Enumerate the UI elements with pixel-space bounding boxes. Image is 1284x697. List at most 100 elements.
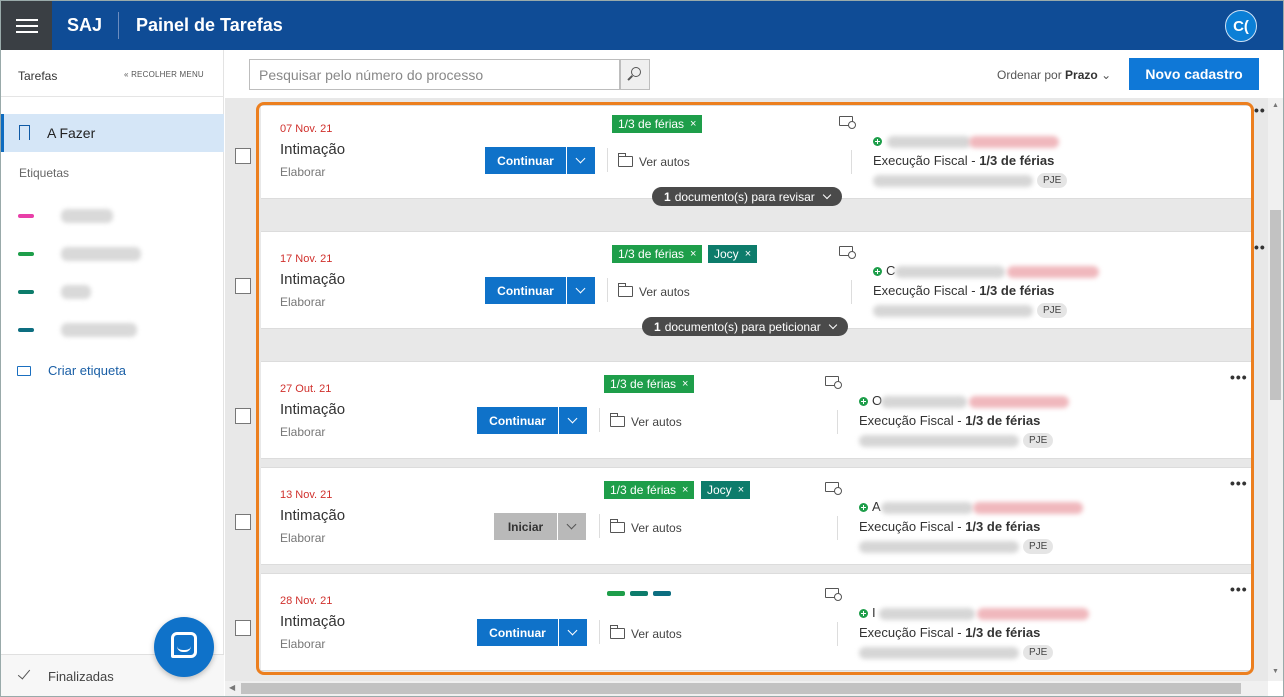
search-button[interactable] [620,59,650,90]
more-options-icon[interactable]: ••• [1230,475,1248,491]
plus-icon [859,503,868,512]
tag-chip[interactable]: 1/3 de férias × [612,115,703,133]
continue-button[interactable]: Continuar [477,407,587,434]
tag-color-swatch [630,591,648,596]
sidebar-title: Tarefas [18,69,58,83]
collapsed-tags[interactable] [607,591,671,596]
add-tag-icon[interactable] [839,246,856,259]
bookmark-icon [19,125,30,141]
close-icon[interactable]: × [690,248,696,260]
task-type: Intimação [280,507,346,524]
sidebar-item-a-fazer[interactable]: A Fazer [1,114,224,152]
system-badge: PJE [1037,303,1068,318]
task-type: Intimação [280,271,346,288]
redacted-tag-name [61,209,113,223]
row-checkbox[interactable] [235,148,251,164]
task-card: 17 Nov. 21 Intimação Elaborar Continuar … [261,231,1251,329]
more-options-icon[interactable]: •• [1254,239,1266,255]
sidebar-tag-4[interactable] [1,317,224,343]
tag-chip[interactable]: Jocy × [708,245,758,263]
more-options-icon[interactable]: ••• [1230,369,1248,385]
search-input[interactable] [249,59,620,90]
redacted-tag-name [61,247,141,261]
vertical-scrollbar[interactable]: ▲ ▼ [1268,98,1283,681]
scroll-left-icon[interactable]: ◀ [229,683,235,692]
more-options-icon[interactable]: •• [1254,102,1266,118]
new-registration-button[interactable]: Novo cadastro [1129,58,1259,90]
avatar[interactable]: C( [1225,10,1257,42]
folder-icon [618,283,633,297]
task-list: 07 Nov. 21 Intimação Elaborar Continuar … [225,98,1268,681]
tag-chip-label: 1/3 de férias [610,377,677,391]
scroll-down-icon[interactable]: ▼ [1272,668,1279,675]
divider [599,408,600,432]
row-checkbox[interactable] [235,620,251,636]
start-button[interactable]: Iniciar [494,513,586,540]
task-date: 17 Nov. 21 [280,253,333,265]
tags-section-label: Etiquetas [19,166,70,180]
divider [837,622,838,646]
task-type: Intimação [280,141,346,158]
view-records-link[interactable]: Ver autos [610,413,682,429]
row-checkbox[interactable] [235,514,251,530]
chevron-down-icon[interactable] [559,619,587,646]
more-options-icon[interactable]: ••• [1230,581,1248,597]
action-label: Iniciar [494,513,557,540]
redacted-party [969,136,1059,148]
collapse-menu-button[interactable]: « RECOLHER MENU [124,70,204,79]
order-by-dropdown[interactable]: Ordenar por Prazo ⌄ [997,68,1111,82]
add-tag-icon[interactable] [839,116,856,129]
chevron-down-icon[interactable] [567,147,595,174]
row-checkbox[interactable] [235,278,251,294]
scrollbar-thumb[interactable] [1270,210,1281,400]
sidebar-tag-1[interactable] [1,203,224,229]
continue-button[interactable]: Continuar [485,277,595,304]
add-tag-icon[interactable] [825,376,842,389]
redacted-party [881,396,967,408]
sidebar-tag-3[interactable] [1,279,224,305]
view-records-link[interactable]: Ver autos [610,625,682,641]
tag-chip[interactable]: 1/3 de férias × [612,245,703,263]
view-records-link[interactable]: Ver autos [618,283,690,299]
create-tag-label: Criar etiqueta [48,363,127,378]
close-icon[interactable]: × [690,118,696,130]
tag-chip[interactable]: 1/3 de férias × [604,481,695,499]
hamburger-icon[interactable] [1,1,52,50]
tag-chip[interactable]: 1/3 de férias × [604,375,695,393]
chevron-down-icon[interactable] [567,277,595,304]
tag-chip[interactable]: Jocy × [701,481,751,499]
view-records-link[interactable]: Ver autos [610,519,682,535]
add-tag-icon[interactable] [825,588,842,601]
chevron-down-icon[interactable] [559,407,587,434]
documents-pill[interactable]: 1 documento(s) para peticionar [642,317,848,336]
task-type: Intimação [280,401,346,418]
chevron-down-icon: ⌄ [1101,68,1112,82]
collapse-menu-label: RECOLHER MENU [131,70,204,79]
continue-button[interactable]: Continuar [477,619,587,646]
documents-count: 1 [664,189,671,204]
chevron-down-icon[interactable] [558,513,586,540]
sidebar-tag-2[interactable] [1,241,224,267]
task-card: 27 Out. 21 Intimação Elaborar Continuar … [261,361,1251,459]
scrollbar-thumb[interactable] [241,683,1241,694]
close-icon[interactable]: × [745,248,751,260]
page-title: Painel de Tarefas [136,15,283,35]
redacted-process-number [859,647,1019,659]
redacted-process-number [873,305,1033,317]
chat-button[interactable] [154,617,214,677]
documents-pill[interactable]: 1 documento(s) para revisar [652,187,842,206]
close-icon[interactable]: × [738,484,744,496]
folder-icon [610,625,625,639]
create-tag-button[interactable]: Criar etiqueta [17,362,217,384]
continue-button[interactable]: Continuar [485,147,595,174]
party-initial: I [872,605,876,620]
close-icon[interactable]: × [682,484,688,496]
chevron-down-icon [822,190,831,199]
close-icon[interactable]: × [682,378,688,390]
add-tag-icon[interactable] [825,482,842,495]
scroll-up-icon[interactable]: ▲ [1272,102,1279,109]
horizontal-scrollbar[interactable]: ◀ [225,681,1268,696]
view-records-link[interactable]: Ver autos [618,153,690,169]
action-label: Continuar [485,147,566,174]
row-checkbox[interactable] [235,408,251,424]
